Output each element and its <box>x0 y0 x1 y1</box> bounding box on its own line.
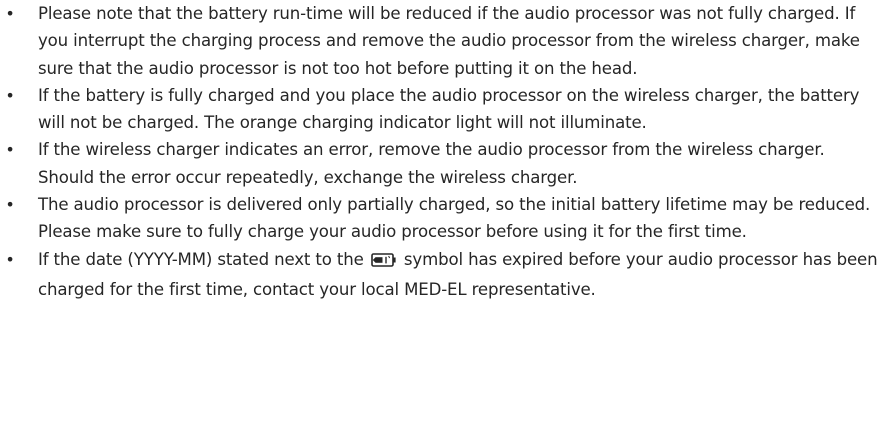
note-text: If the wireless charger indicates an err… <box>38 140 825 187</box>
notes-list: • Please note that the battery run-time … <box>0 0 880 303</box>
bullet-icon: • <box>5 4 15 23</box>
list-item: • If the wireless charger indicates an e… <box>0 136 880 191</box>
bullet-icon: • <box>5 249 15 269</box>
document-page: • Please note that the battery run-time … <box>0 0 880 303</box>
note-text-before: If the date (YYYY-MM) stated next to the <box>38 249 364 269</box>
note-text: The audio processor is delivered only pa… <box>38 195 871 242</box>
bullet-icon: • <box>5 85 15 105</box>
bullet-icon: • <box>5 195 15 215</box>
list-item: • Please note that the battery run-time … <box>0 0 880 82</box>
list-item: • If the date (YYYY-MM) stated next to t… <box>0 246 880 304</box>
bullet-icon: • <box>5 140 15 160</box>
list-item: • The audio processor is delivered only … <box>0 191 880 246</box>
note-text: If the battery is fully charged and you … <box>38 85 860 133</box>
battery-charge-date-icon <box>370 249 397 276</box>
list-item: • If the battery is fully charged and yo… <box>0 82 880 137</box>
note-text: Please note that the battery run-time wi… <box>38 4 860 78</box>
